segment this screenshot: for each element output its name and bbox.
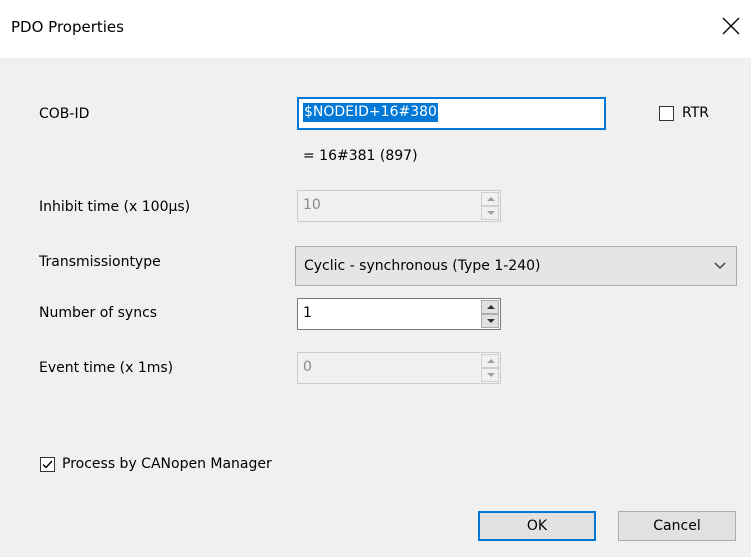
chevron-down-icon — [714, 262, 726, 269]
cancel-button[interactable]: Cancel — [618, 511, 736, 541]
cob-id-value: $NODEID+16#380 — [303, 103, 438, 122]
cob-id-input[interactable]: $NODEID+16#380 — [297, 97, 606, 130]
title-bar: PDO Properties — [0, 0, 751, 58]
cob-id-computed-value: = 16#381 (897) — [303, 148, 418, 164]
event-time-value: 0 — [303, 359, 312, 375]
ok-button[interactable]: OK — [478, 511, 596, 541]
number-of-syncs-stepper[interactable]: 1 — [297, 298, 501, 330]
dialog-title: PDO Properties — [11, 18, 124, 36]
arrow-up-icon — [487, 197, 495, 201]
event-time-decrement-button — [481, 368, 499, 382]
event-time-label: Event time (x 1ms) — [39, 360, 174, 376]
inhibit-time-stepper: 10 — [297, 190, 501, 222]
inhibit-time-decrement-button — [481, 206, 499, 220]
event-time-stepper: 0 — [297, 352, 501, 384]
inhibit-time-value: 10 — [303, 197, 321, 213]
pdo-properties-dialog: PDO Properties COB-ID $NODEID+16#380 RTR… — [0, 0, 751, 557]
inhibit-time-spinner — [481, 192, 499, 220]
arrow-up-icon — [487, 359, 495, 363]
close-icon[interactable] — [719, 14, 743, 38]
number-of-syncs-increment-button[interactable] — [481, 300, 499, 314]
cob-id-label: COB-ID — [39, 106, 90, 122]
arrow-down-icon — [487, 211, 495, 215]
number-of-syncs-label: Number of syncs — [39, 305, 158, 321]
arrow-up-icon — [487, 305, 495, 309]
number-of-syncs-decrement-button[interactable] — [481, 314, 499, 328]
rtr-checkbox[interactable] — [659, 106, 674, 121]
event-time-spinner — [481, 354, 499, 382]
inhibit-time-increment-button — [481, 192, 499, 206]
checkmark-icon — [42, 460, 53, 469]
inhibit-time-label: Inhibit time (x 100µs) — [39, 199, 191, 215]
number-of-syncs-value: 1 — [303, 305, 312, 321]
transmission-type-select[interactable]: Cyclic - synchronous (Type 1-240) — [295, 246, 737, 286]
arrow-down-icon — [487, 373, 495, 377]
number-of-syncs-spinner[interactable] — [481, 300, 499, 328]
transmission-type-value: Cyclic - synchronous (Type 1-240) — [304, 258, 541, 274]
arrow-down-icon — [487, 319, 495, 323]
transmission-type-label: Transmissiontype — [39, 254, 161, 270]
rtr-label: RTR — [682, 105, 709, 121]
process-by-manager-checkbox[interactable] — [40, 457, 55, 472]
event-time-increment-button — [481, 354, 499, 368]
process-by-manager-label: Process by CANopen Manager — [62, 456, 272, 472]
